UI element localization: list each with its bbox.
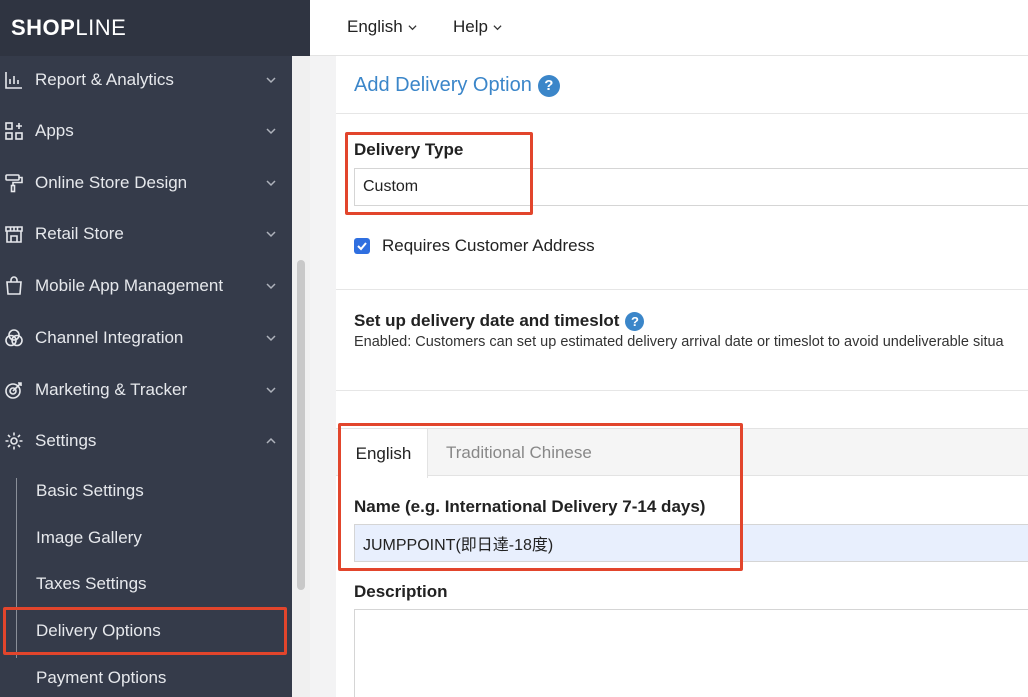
logo-text-bold: SHOP bbox=[11, 15, 76, 40]
sidebar-item-label: Mobile App Management bbox=[35, 276, 224, 295]
sidebar-item-channel-integration[interactable]: Channel Integration bbox=[0, 318, 292, 358]
sidebar-item-label: Settings bbox=[35, 431, 97, 450]
chevron-down-icon bbox=[266, 180, 276, 187]
target-icon bbox=[3, 379, 25, 401]
checkmark-icon bbox=[357, 242, 367, 251]
sidebar-subitem-taxes-settings[interactable]: Taxes Settings bbox=[36, 574, 147, 594]
chevron-down-icon bbox=[266, 283, 276, 290]
chevron-down-icon bbox=[493, 24, 502, 30]
gear-icon bbox=[3, 430, 25, 452]
requires-address-checkbox[interactable] bbox=[354, 238, 370, 254]
delivery-type-highlight bbox=[345, 132, 533, 215]
chevron-up-icon bbox=[266, 437, 276, 444]
sidebar-subitem-basic-settings[interactable]: Basic Settings bbox=[36, 481, 144, 501]
sidebar-item-label: Online Store Design bbox=[35, 173, 188, 192]
sidebar-item-marketing-tracker[interactable]: Marketing & Tracker bbox=[0, 370, 292, 410]
sidebar-item-apps[interactable]: Apps bbox=[0, 111, 292, 151]
description-field-label: Description bbox=[354, 582, 448, 601]
description-textarea[interactable] bbox=[354, 609, 1028, 697]
channels-icon bbox=[3, 327, 25, 349]
divider bbox=[336, 289, 1028, 290]
sidebar-subitem-image-gallery[interactable]: Image Gallery bbox=[36, 528, 142, 548]
content-gutter bbox=[310, 56, 336, 697]
logo-text-thin: LINE bbox=[75, 15, 127, 40]
shopping-bag-icon bbox=[3, 275, 25, 297]
page-title: Add Delivery Option ? bbox=[354, 74, 560, 97]
sidebar-item-mobile-app-management[interactable]: Mobile App Management bbox=[0, 266, 292, 306]
chevron-down-icon bbox=[266, 128, 276, 135]
name-section-highlight bbox=[338, 423, 743, 571]
active-item-highlight bbox=[3, 607, 287, 655]
divider bbox=[336, 113, 1028, 114]
language-dropdown[interactable]: English bbox=[347, 17, 417, 37]
sidebar-item-label: Apps bbox=[35, 121, 74, 140]
chart-icon bbox=[3, 69, 25, 91]
sidebar-item-report-analytics[interactable]: Report & Analytics bbox=[0, 60, 292, 100]
logo-bar: SHOPLINE bbox=[0, 0, 310, 56]
help-label: Help bbox=[453, 17, 488, 36]
apps-grid-icon bbox=[3, 120, 25, 142]
sidebar-item-label: Report & Analytics bbox=[35, 70, 174, 89]
sidebar-item-label: Marketing & Tracker bbox=[35, 380, 188, 399]
page-title-text: Add Delivery Option bbox=[354, 74, 532, 96]
help-question-icon[interactable]: ? bbox=[625, 311, 645, 331]
timeslot-heading-text: Set up delivery date and timeslot bbox=[354, 311, 620, 330]
sidebar-item-label: Retail Store bbox=[35, 224, 124, 243]
delivery-option-form: Add Delivery Option ? Delivery Type Cust… bbox=[336, 56, 1028, 697]
help-dropdown[interactable]: Help bbox=[453, 17, 502, 37]
shopline-logo[interactable]: SHOPLINE bbox=[11, 15, 126, 41]
scrollbar-thumb[interactable] bbox=[297, 260, 305, 590]
sidebar-item-retail-store[interactable]: Retail Store bbox=[0, 214, 292, 254]
chevron-down-icon bbox=[408, 24, 417, 30]
sidebar-scrollbar[interactable] bbox=[292, 56, 310, 697]
store-icon bbox=[3, 223, 25, 245]
divider bbox=[336, 390, 1028, 391]
paint-roller-icon bbox=[3, 172, 25, 194]
language-label: English bbox=[347, 17, 403, 36]
sidebar: SHOPLINE Report & Analytics Apps Online … bbox=[0, 0, 310, 697]
timeslot-description: Enabled: Customers can set up estimated … bbox=[354, 334, 1004, 350]
chevron-down-icon bbox=[266, 77, 276, 84]
chevron-down-icon bbox=[266, 231, 276, 238]
chevron-down-icon bbox=[266, 387, 276, 394]
requires-address-label: Requires Customer Address bbox=[382, 236, 595, 255]
sidebar-subitem-payment-options[interactable]: Payment Options bbox=[36, 668, 166, 688]
sidebar-item-online-store-design[interactable]: Online Store Design bbox=[0, 163, 292, 203]
sidebar-item-label: Channel Integration bbox=[35, 328, 184, 347]
sidebar-item-settings[interactable]: Settings bbox=[0, 421, 292, 461]
timeslot-heading: Set up delivery date and timeslot ? bbox=[354, 311, 645, 331]
help-question-icon[interactable]: ? bbox=[537, 74, 560, 97]
chevron-down-icon bbox=[266, 335, 276, 342]
sidebar-nav: Report & Analytics Apps Online Store Des… bbox=[0, 56, 292, 697]
top-bar: English Help bbox=[310, 0, 1028, 56]
